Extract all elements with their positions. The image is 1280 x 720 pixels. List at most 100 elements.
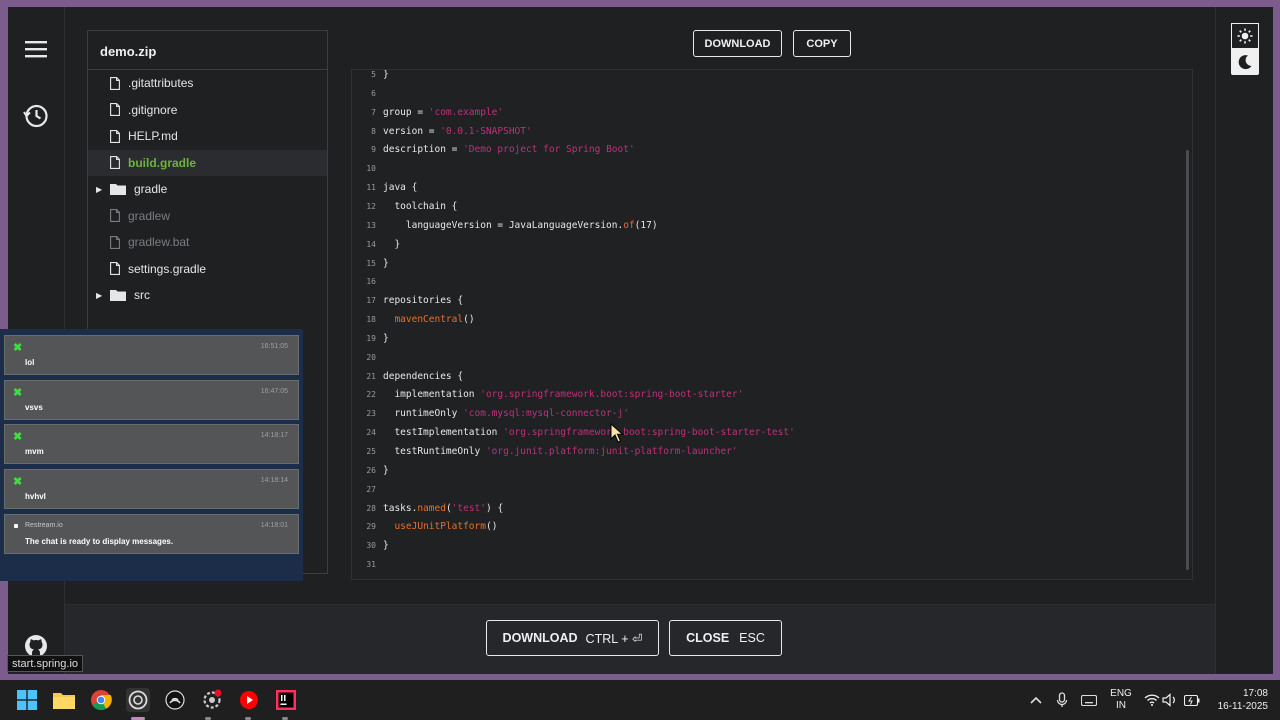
code-string: 'org.springframework.boot:spring-boot-st… <box>503 427 795 439</box>
file-tree-item[interactable]: gradlew <box>88 203 327 230</box>
file-icon <box>110 129 120 143</box>
code-line: 23 runtimeOnly 'com.mysql:mysql-connecto… <box>352 404 629 423</box>
line-number: 17 <box>366 296 376 306</box>
caret-right-icon[interactable]: ▶ <box>96 291 102 300</box>
platform-icon: ✖ <box>13 475 23 488</box>
code-line: 7 group = 'com.example' <box>352 103 503 122</box>
file-tree-item[interactable]: .gitignore <box>88 97 327 124</box>
clock-time: 17:08 <box>1242 688 1268 699</box>
clock-date: 16-11-2025 <box>1217 701 1268 712</box>
chat-text: hvhvl <box>25 491 46 501</box>
code-line: 12 toolchain { <box>352 197 457 216</box>
chat-time: 16:51:05 <box>260 343 288 350</box>
file-icon <box>110 262 120 276</box>
history-icon[interactable] <box>22 102 50 130</box>
file-tree-item[interactable]: ▶ gradle <box>88 176 327 203</box>
download-shortcut: CTRL + ⏎ <box>585 631 643 646</box>
file-tree-item[interactable]: .gitattributes <box>88 70 327 97</box>
settings-icon[interactable] <box>200 688 224 712</box>
line-number: 12 <box>366 201 376 211</box>
archive-title: demo.zip <box>88 31 327 70</box>
obs-icon[interactable] <box>126 688 150 712</box>
volume-icon[interactable] <box>1158 688 1182 712</box>
chat-overlay: ✖ 16:51:05 lol ✖ 16:47:05 vsvs ✖ 14:18:17 mvm ✖ 14… <box>0 329 303 581</box>
file-icon <box>110 76 120 90</box>
chat-message: ✖ 14:18:17 mvm <box>4 424 299 464</box>
keyboard-icon[interactable] <box>1077 688 1101 712</box>
microphone-icon[interactable] <box>1050 688 1074 712</box>
code-line: 5} <box>352 70 389 84</box>
intellij-icon[interactable] <box>274 688 298 712</box>
code-function: named <box>417 502 446 514</box>
line-number: 5 <box>371 70 376 79</box>
chrome-icon[interactable] <box>89 688 113 712</box>
language-indicator[interactable]: ENG IN <box>1108 688 1134 712</box>
code-line: 30} <box>352 536 388 555</box>
file-icon <box>110 209 120 223</box>
code-text: testRuntimeOnly <box>383 446 486 457</box>
code-line: 22 implementation 'org.springframework.b… <box>352 385 743 404</box>
code-line: 6 <box>352 84 383 103</box>
code-line: 31 <box>352 555 383 574</box>
code-text: languageVersion = JavaLanguageVersion. <box>383 219 624 231</box>
file-tree-item[interactable]: settings.gradle <box>88 256 327 283</box>
battery-icon[interactable] <box>1180 688 1204 712</box>
app-icon[interactable] <box>163 688 187 712</box>
scrollbar[interactable] <box>1186 150 1189 570</box>
code-text: runtimeOnly <box>383 408 464 420</box>
caret-right-icon[interactable]: ▶ <box>96 185 102 194</box>
code-line: 21 dependencies { <box>352 367 463 386</box>
file-tree-label: .gitignore <box>128 102 178 117</box>
restream-icon <box>14 524 18 528</box>
file-tree-label: gradlew <box>128 208 171 223</box>
line-number: 14 <box>366 239 376 249</box>
code-line: 10 <box>352 159 383 178</box>
line-number: 9 <box>371 145 376 155</box>
chat-message: ✖ 14:18:14 hvhvl <box>4 468 299 509</box>
close-button[interactable]: CLOSE ESC <box>669 620 782 656</box>
clock[interactable]: 17:08 16-11-2025 <box>1208 687 1268 713</box>
chat-text: vsvs <box>25 402 43 412</box>
folder-icon <box>110 184 126 196</box>
code-string: '0.0.1-SNAPSHOT' <box>440 125 532 137</box>
download-zip-button[interactable]: DOWNLOAD CTRL + ⏎ <box>486 620 659 656</box>
download-zip-label: DOWNLOAD <box>502 631 578 645</box>
chat-system-message: Restream.io 14:18:01 The chat is ready t… <box>4 514 299 554</box>
chat-text: mvm <box>25 447 44 456</box>
platform-icon: ✖ <box>13 431 23 443</box>
line-number: 15 <box>366 258 376 268</box>
chat-time: 14:18:01 <box>260 522 288 529</box>
code-function: of <box>623 219 635 231</box>
moon-icon[interactable] <box>1231 49 1259 75</box>
line-number: 16 <box>366 277 376 287</box>
code-line: 20 <box>352 348 383 367</box>
code-text: java { <box>383 182 418 194</box>
chat-time: 16:47:05 <box>260 387 288 395</box>
copy-button[interactable]: COPY <box>793 30 851 57</box>
sun-icon[interactable] <box>1231 23 1259 49</box>
chevron-up-icon[interactable] <box>1024 688 1048 712</box>
youtube-music-icon[interactable] <box>237 688 261 712</box>
chat-source: Restream.io <box>25 522 63 529</box>
code-line: 8 version = '0.0.1-SNAPSHOT' <box>352 122 532 141</box>
file-tree-item[interactable]: HELP.md <box>88 123 327 150</box>
file-explorer-icon[interactable] <box>52 688 76 712</box>
menu-icon[interactable] <box>22 35 50 63</box>
line-number: 30 <box>366 541 376 551</box>
code-text: dependencies { <box>383 370 464 382</box>
file-tree-item[interactable]: build.gradle <box>88 149 327 176</box>
line-number: 25 <box>366 447 376 456</box>
windows-start-icon[interactable] <box>15 688 39 712</box>
download-button[interactable]: DOWNLOAD <box>693 30 782 57</box>
code-text: description = <box>383 144 464 156</box>
folder-icon <box>110 290 126 302</box>
code-string: 'test' <box>451 502 486 514</box>
line-number: 22 <box>366 390 376 400</box>
code-line: 13 languageVersion = JavaLanguageVersion… <box>352 216 657 235</box>
code-text: testImplementation <box>383 427 504 439</box>
code-text: tasks. <box>383 502 418 514</box>
code-text: ) { <box>486 502 504 514</box>
file-tree-item[interactable]: gradlew.bat <box>88 229 327 256</box>
file-tree-item[interactable]: ▶ src <box>88 282 327 309</box>
